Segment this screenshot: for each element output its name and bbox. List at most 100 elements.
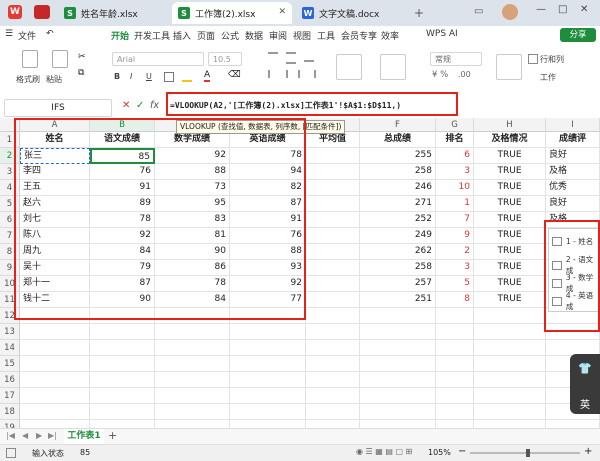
row-header[interactable]: 17 <box>0 388 20 404</box>
table-cell[interactable]: 252 <box>360 212 436 228</box>
font-size-select[interactable]: 10.5 <box>208 52 242 66</box>
table-cell[interactable]: 优秀 <box>546 180 600 196</box>
row-header[interactable]: 14 <box>0 340 20 356</box>
menu-tools[interactable]: 工具 <box>317 29 335 42</box>
empty-cell[interactable] <box>230 372 306 388</box>
table-cell[interactable] <box>306 180 360 196</box>
table-cell[interactable]: TRUE <box>474 244 546 260</box>
empty-cell[interactable] <box>436 324 474 340</box>
header-cell[interactable]: 及格情况 <box>474 132 546 148</box>
undo-icon[interactable]: ↶ <box>46 29 54 39</box>
empty-cell[interactable] <box>360 388 436 404</box>
empty-cell[interactable] <box>155 404 230 420</box>
cell-style-icon[interactable] <box>528 54 538 64</box>
table-cell[interactable]: 7 <box>436 212 474 228</box>
autocomplete-item[interactable]: 1 - 姓名 <box>552 236 593 247</box>
table-cell[interactable]: 246 <box>360 180 436 196</box>
avatar[interactable] <box>502 4 518 20</box>
number-format-select[interactable]: 常规 <box>430 52 482 66</box>
table-cell[interactable] <box>306 244 360 260</box>
close-window-icon[interactable]: ✕ <box>580 4 588 15</box>
header-cell[interactable]: 平均值 <box>306 132 360 148</box>
table-cell[interactable]: 良好 <box>546 196 600 212</box>
empty-cell[interactable] <box>306 308 360 324</box>
empty-cell[interactable] <box>90 340 155 356</box>
table-cell[interactable]: 良好 <box>546 148 600 164</box>
percent-icon[interactable]: ¥ % <box>432 70 448 80</box>
menu-formulas[interactable]: 公式 <box>221 29 239 42</box>
empty-cell[interactable] <box>436 308 474 324</box>
table-cell[interactable]: 3 <box>436 164 474 180</box>
table-cell[interactable]: 271 <box>360 196 436 212</box>
table-cell[interactable] <box>306 228 360 244</box>
underline-button[interactable]: U <box>146 72 152 81</box>
empty-cell[interactable] <box>20 388 90 404</box>
maximize-icon[interactable]: □ <box>558 4 567 15</box>
empty-cell[interactable] <box>474 372 546 388</box>
table-cell[interactable]: TRUE <box>474 276 546 292</box>
empty-cell[interactable] <box>436 404 474 420</box>
table-cell[interactable]: 251 <box>360 292 436 308</box>
row-col-button[interactable]: 行和列 <box>540 54 564 65</box>
font-color-icon[interactable]: A <box>204 70 211 82</box>
tab-file-1[interactable]: S 姓名年龄.xlsx <box>58 2 168 24</box>
window-menu-icon[interactable]: ▭ <box>474 6 483 17</box>
wps-ai-button[interactable]: WPS AI <box>426 29 458 39</box>
autocomplete-item[interactable]: 4 - 英语成 <box>552 290 600 312</box>
format-painter-button[interactable]: 格式刷 <box>16 74 40 85</box>
empty-cell[interactable] <box>155 372 230 388</box>
header-cell[interactable]: 总成绩 <box>360 132 436 148</box>
empty-cell[interactable] <box>230 324 306 340</box>
share-button[interactable]: 分享 <box>560 28 596 42</box>
align-middle-icon[interactable] <box>286 52 296 64</box>
row-header[interactable]: 15 <box>0 356 20 372</box>
zoom-in-button[interactable]: + <box>584 446 592 457</box>
worksheet-button[interactable]: 工作 <box>540 72 556 83</box>
empty-cell[interactable] <box>155 340 230 356</box>
align-bottom-icon[interactable] <box>304 52 314 62</box>
row-header[interactable]: 13 <box>0 324 20 340</box>
table-cell[interactable]: TRUE <box>474 196 546 212</box>
empty-cell[interactable] <box>20 340 90 356</box>
empty-cell[interactable] <box>474 404 546 420</box>
empty-cell[interactable] <box>90 356 155 372</box>
menu-efficiency[interactable]: 效率 <box>381 29 399 42</box>
empty-cell[interactable] <box>474 308 546 324</box>
table-cell[interactable]: 10 <box>436 180 474 196</box>
empty-cell[interactable] <box>306 356 360 372</box>
zoom-slider-handle[interactable] <box>526 449 530 457</box>
empty-cell[interactable] <box>230 388 306 404</box>
empty-cell[interactable] <box>90 404 155 420</box>
table-cell[interactable]: 2 <box>436 244 474 260</box>
zoom-slider[interactable] <box>470 452 580 454</box>
tab-file-3[interactable]: W 文字文稿.docx <box>296 2 406 24</box>
zoom-value[interactable]: 105% <box>428 448 451 457</box>
name-box[interactable]: IFS <box>4 99 112 117</box>
empty-cell[interactable] <box>474 324 546 340</box>
prev-sheet-icon[interactable]: ◀ <box>22 431 28 440</box>
table-cell[interactable]: 6 <box>436 148 474 164</box>
align-right-icon[interactable] <box>304 70 316 78</box>
empty-cell[interactable] <box>90 372 155 388</box>
header-cell[interactable]: 成绩评 <box>546 132 600 148</box>
copy-icon[interactable]: ⧉ <box>78 68 84 78</box>
decimal-icon[interactable]: .00 <box>458 70 471 79</box>
function-icon[interactable]: fx <box>150 100 159 111</box>
table-cell[interactable] <box>306 148 360 164</box>
empty-cell[interactable] <box>90 388 155 404</box>
empty-cell[interactable] <box>306 388 360 404</box>
empty-cell[interactable] <box>474 340 546 356</box>
menu-insert[interactable]: 插入 <box>173 29 191 42</box>
table-cell[interactable]: 8 <box>436 292 474 308</box>
table-cell[interactable] <box>306 212 360 228</box>
merge-cells-icon[interactable] <box>380 54 406 80</box>
table-cell[interactable] <box>306 276 360 292</box>
menu-page[interactable]: 页面 <box>197 29 215 42</box>
tab-file-2[interactable]: S 工作簿(2).xlsx ✕ <box>172 2 292 24</box>
app-home-icon[interactable]: W <box>8 5 22 19</box>
menu-data[interactable]: 数据 <box>245 29 263 42</box>
border-icon[interactable] <box>164 72 174 82</box>
table-cell[interactable] <box>306 292 360 308</box>
empty-cell[interactable] <box>436 356 474 372</box>
menu-review[interactable]: 审阅 <box>269 29 287 42</box>
